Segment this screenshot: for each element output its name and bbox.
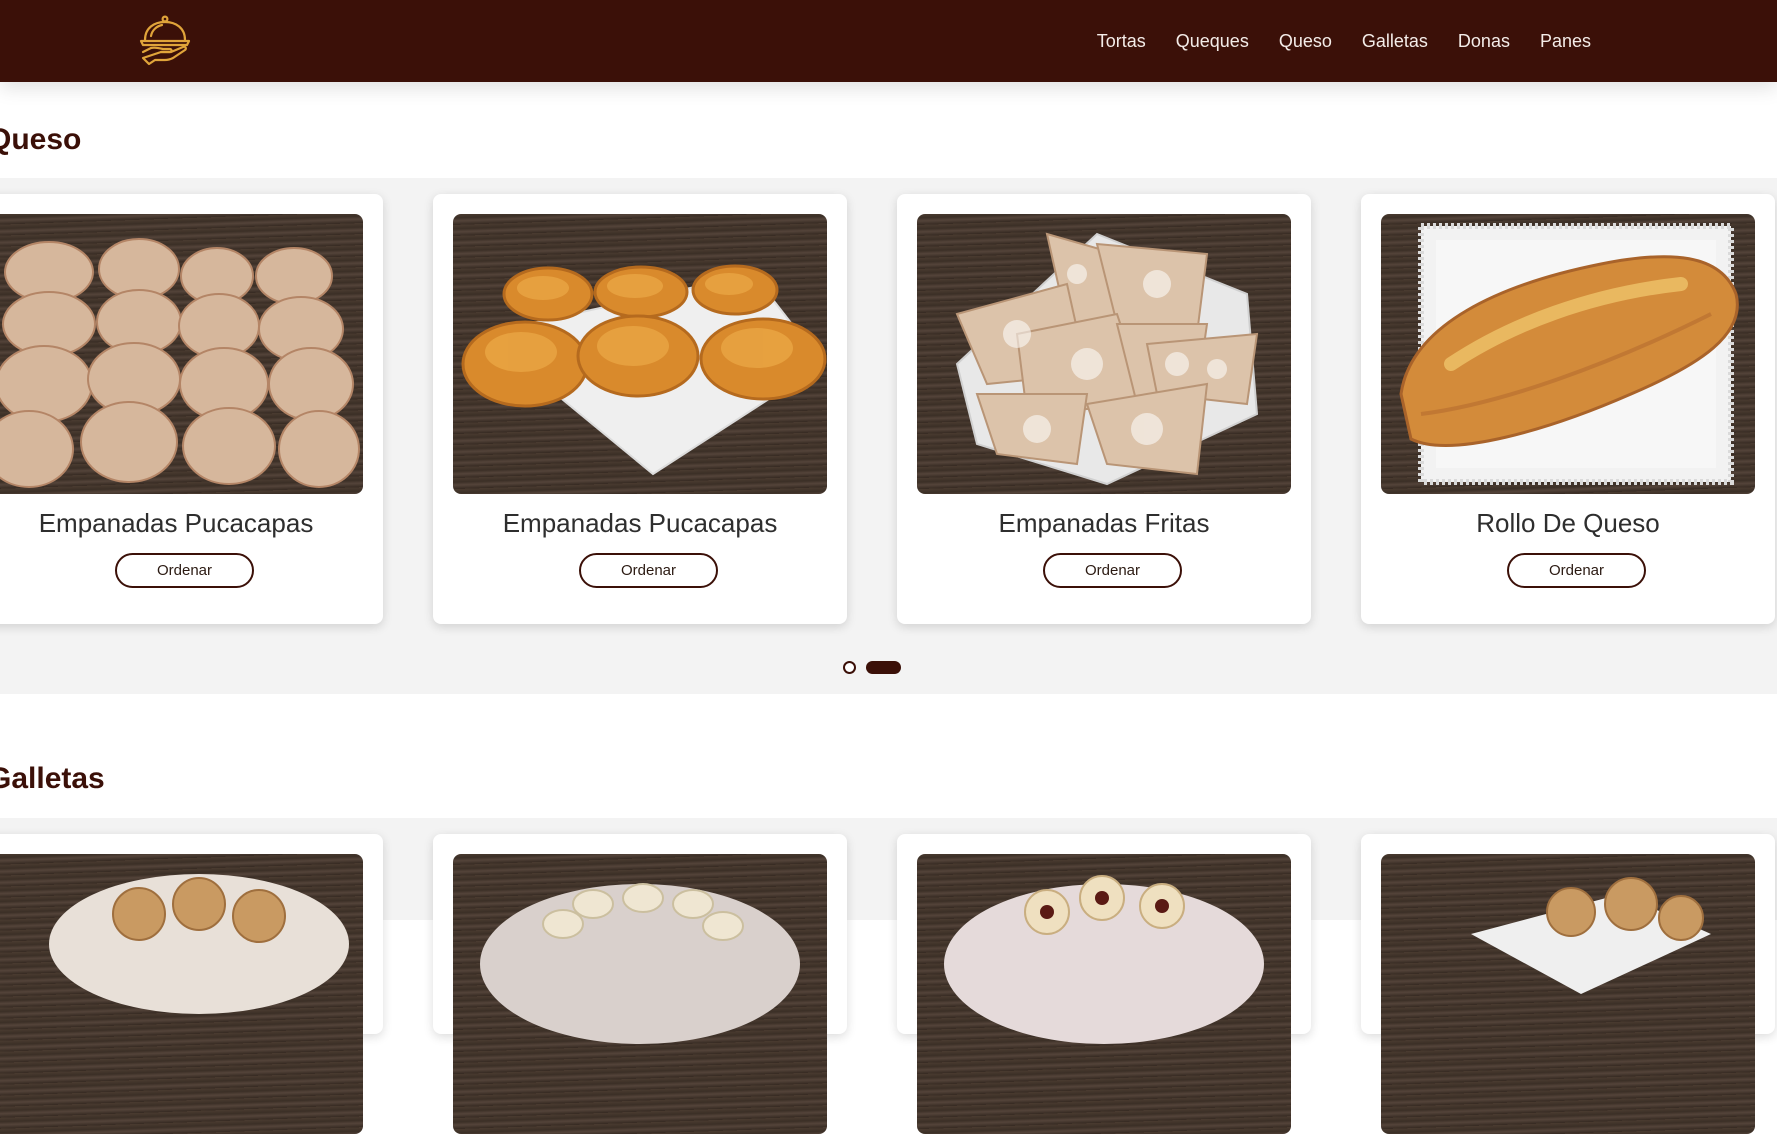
- order-button[interactable]: Ordenar: [579, 553, 718, 588]
- product-title: Empanadas Fritas: [998, 508, 1210, 538]
- top-navbar: Tortas Queques Queso Galletas Donas Pane…: [0, 0, 1777, 82]
- product-card: [0, 834, 383, 1134]
- order-button[interactable]: Ordenar: [1507, 553, 1646, 588]
- section-title-queso: Queso: [0, 123, 82, 156]
- product-card: Empanadas Fritas Ordenar: [897, 194, 1311, 624]
- product-image-fritas: [917, 214, 1291, 494]
- product-title: Empanadas Pucacapas: [502, 508, 778, 538]
- nav-link-galletas[interactable]: Galletas: [1347, 31, 1443, 52]
- nav-link-queso[interactable]: Queso: [1264, 31, 1347, 52]
- section-title-galletas: Galletas: [0, 762, 105, 795]
- nav-menu: Tortas Queques Queso Galletas Donas Pane…: [1082, 0, 1606, 82]
- carousel-dot-1[interactable]: [843, 661, 856, 674]
- product-card: Empanadas Pucacapas Ordenar: [0, 194, 383, 624]
- order-button[interactable]: Ordenar: [1043, 553, 1182, 588]
- product-card: [897, 834, 1311, 1134]
- nav-link-tortas[interactable]: Tortas: [1082, 31, 1161, 52]
- product-image: [453, 854, 827, 1134]
- product-card: Empanadas Pucacapas Ordenar: [433, 194, 847, 624]
- product-image-pucacapas-pan: [0, 214, 363, 494]
- product-title: Rollo De Queso: [1476, 508, 1660, 538]
- product-image-rollo: [1381, 214, 1755, 494]
- order-button[interactable]: Ordenar: [115, 553, 254, 588]
- product-card: Rollo De Queso Ordenar: [1361, 194, 1775, 624]
- product-card: [1361, 834, 1775, 1134]
- product-title: Empanadas Pucacapas: [38, 508, 314, 538]
- product-image: [917, 854, 1291, 1134]
- carousel-dot-2-active[interactable]: [866, 661, 901, 674]
- product-image-pucacapas: [453, 214, 827, 494]
- product-image: [1381, 854, 1755, 1134]
- nav-link-queques[interactable]: Queques: [1161, 31, 1264, 52]
- nav-link-panes[interactable]: Panes: [1525, 31, 1606, 52]
- product-card: [433, 834, 847, 1134]
- galletas-carousel: [0, 818, 1777, 1134]
- cloche-serving-icon[interactable]: [137, 14, 193, 66]
- product-image: [0, 854, 363, 1134]
- queso-carousel: Empanadas Pucacapas Ordenar Empanadas Pu…: [0, 178, 1777, 694]
- nav-link-donas[interactable]: Donas: [1443, 31, 1525, 52]
